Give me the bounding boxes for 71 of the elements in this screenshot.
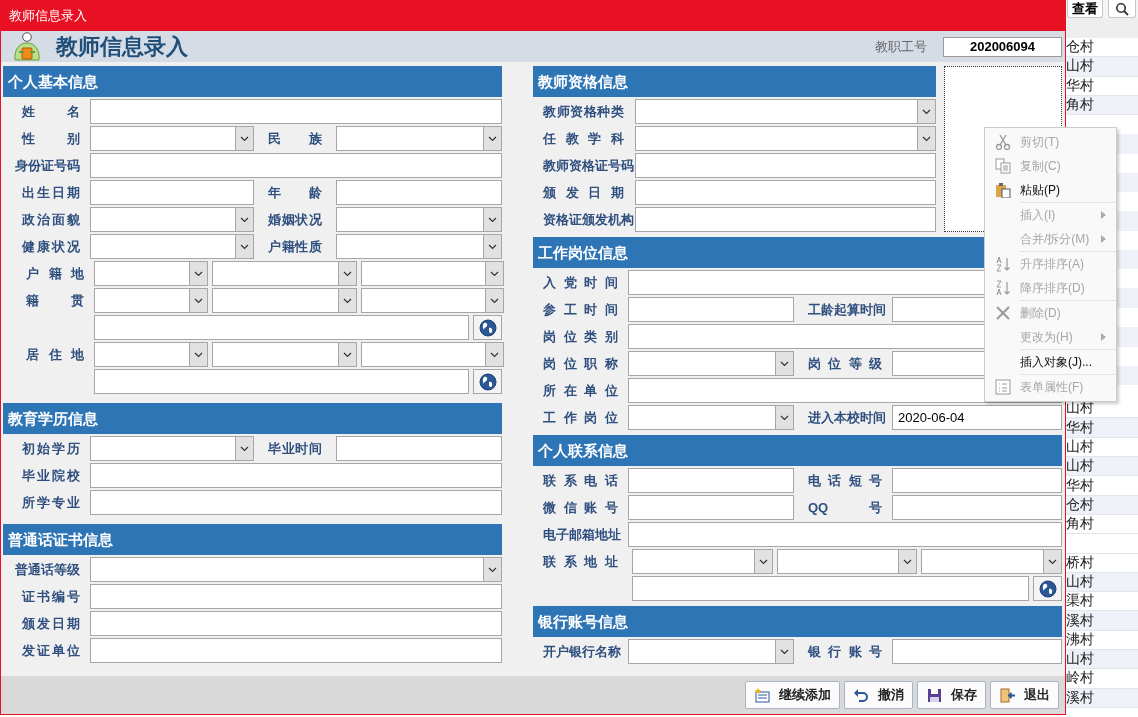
list-cell: 华村 [1066, 76, 1094, 95]
list-cell: 山村 [1066, 573, 1094, 591]
list-cell: 华村 [1066, 476, 1094, 495]
field-label: 毕业时间 [268, 439, 322, 458]
field-label: 微信账号 [543, 498, 618, 517]
field-label: 身份证号码 [15, 156, 80, 175]
field-label: 所在单位 [543, 381, 618, 400]
field-label: 颁发日期 [22, 614, 80, 633]
list-cell: 华村 [1066, 418, 1094, 437]
field-label: 政治面貌 [22, 210, 80, 229]
list-cell: 山村 [1066, 650, 1094, 669]
field-label: 入党时间 [543, 273, 618, 292]
field-label: 联系电话 [543, 471, 618, 490]
field-label: QQ号 [808, 498, 882, 517]
field-label: 颁发日期 [543, 183, 624, 202]
field-label: 联系地址 [543, 552, 618, 571]
field-label: 资格证颁发机构 [543, 210, 634, 229]
list-cell: 溪村 [1066, 688, 1094, 707]
field-label: 健康状况 [22, 237, 80, 256]
field-label: 籍贯 [26, 291, 84, 310]
field-label: 参工时间 [543, 300, 618, 319]
list-cell: 仓村 [1066, 495, 1094, 514]
section-header: 个人基本信息 [3, 66, 502, 97]
list-cell: 桥村 [1066, 553, 1094, 572]
field-label: 户籍性质 [268, 237, 322, 256]
field-label: 年龄 [268, 183, 322, 202]
field-label: 姓名 [22, 102, 80, 121]
section-header: 教育学历信息 [3, 403, 502, 434]
field-label: 普通话等级 [15, 560, 80, 579]
field-label: 发证单位 [22, 641, 80, 660]
section-header: 教师资格信息 [533, 66, 936, 97]
list-cell: 溪村 [1066, 611, 1094, 630]
field-label: 任教学科 [543, 129, 624, 148]
list-cell: 角村 [1066, 96, 1094, 115]
field-label: 教师资格种类 [543, 102, 624, 121]
field-label: 出生日期 [22, 183, 80, 202]
field-label: 电子邮箱地址 [543, 525, 621, 544]
list-cell: 渠村 [1066, 592, 1094, 611]
list-cell: 岭村 [1066, 669, 1094, 688]
list-cell: 山村 [1066, 437, 1094, 456]
section-header: 普通话证书信息 [3, 524, 502, 555]
field-label: 婚姻状况 [268, 210, 322, 229]
field-label: 证书编号 [22, 587, 80, 606]
field-label: 教师资格证号码 [543, 156, 634, 175]
field-label: 居住地 [26, 345, 84, 364]
list-cell: 角村 [1066, 515, 1094, 534]
list-cell: 沸村 [1066, 630, 1094, 649]
field-label: 性别 [22, 129, 80, 148]
form-title: 教师信息录入 [56, 32, 188, 61]
field-label: 初始学历 [22, 439, 80, 458]
section-header: 个人联系信息 [533, 435, 1062, 466]
field-label: 教职工号 [875, 37, 927, 56]
list-cell: 山村 [1066, 399, 1094, 418]
field-label: 岗位等级 [808, 354, 882, 373]
field-label: 民族 [268, 129, 322, 148]
field-label: 银行账号 [808, 642, 882, 661]
field-label: 开户银行名称 [543, 642, 621, 661]
section-header: 银行账号信息 [533, 606, 1062, 637]
field-label: 户籍地 [26, 264, 84, 283]
field-label: 所学专业 [22, 493, 80, 512]
field-label: 电话短号 [808, 471, 882, 490]
window-title: 教师信息录入 [9, 6, 87, 25]
list-cell: 山村 [1066, 57, 1094, 76]
field-label: 工作岗位 [543, 408, 618, 427]
field-label: 进入本校时间 [808, 408, 886, 427]
field-label: 工龄起算时间 [808, 300, 886, 319]
field-label: 岗位职称 [543, 354, 618, 373]
list-cell: 仓村 [1066, 38, 1094, 57]
field-label: 毕业院校 [22, 466, 80, 485]
field-label: 岗位类别 [543, 327, 618, 346]
list-cell: 山村 [1066, 457, 1094, 476]
